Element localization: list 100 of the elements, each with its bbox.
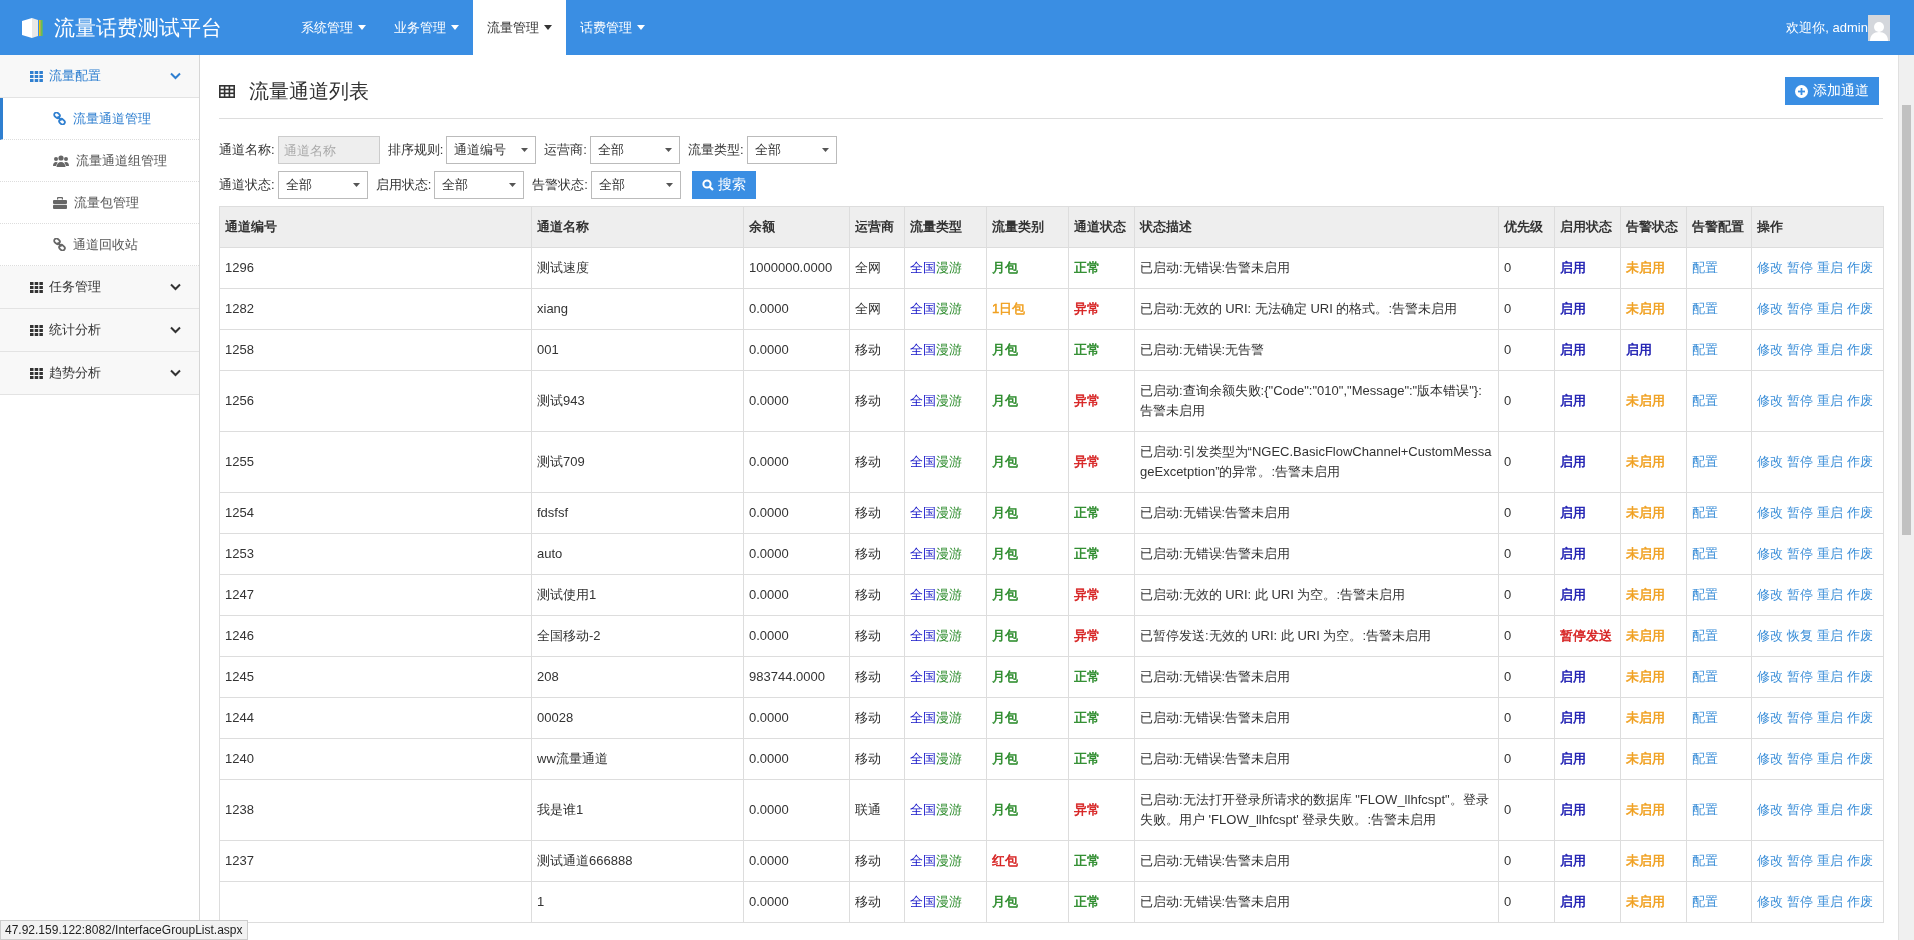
action-link[interactable]: 修改 bbox=[1757, 546, 1783, 561]
select-field[interactable]: 全部 bbox=[277, 171, 368, 199]
action-link[interactable]: 修改 bbox=[1757, 802, 1783, 817]
action-link[interactable]: 暂停 bbox=[1787, 393, 1813, 408]
action-link[interactable]: 重启 bbox=[1817, 393, 1843, 408]
action-link[interactable]: 重启 bbox=[1817, 505, 1843, 520]
action-link[interactable]: 暂停 bbox=[1787, 853, 1813, 868]
action-link[interactable]: 修改 bbox=[1757, 454, 1783, 469]
action-link[interactable]: 作废 bbox=[1847, 342, 1873, 357]
scrollbar-thumb[interactable] bbox=[1902, 105, 1911, 535]
action-link[interactable]: 作废 bbox=[1847, 710, 1873, 725]
config-link[interactable]: 配置 bbox=[1692, 669, 1718, 684]
action-link[interactable]: 暂停 bbox=[1787, 301, 1813, 316]
action-link[interactable]: 作废 bbox=[1847, 628, 1873, 643]
action-link[interactable]: 暂停 bbox=[1787, 669, 1813, 684]
action-link[interactable]: 作废 bbox=[1847, 587, 1873, 602]
config-link[interactable]: 配置 bbox=[1692, 454, 1718, 469]
action-link[interactable]: 修改 bbox=[1757, 751, 1783, 766]
nav-tab[interactable]: 流量管理 bbox=[473, 0, 566, 55]
nav-tab[interactable]: 系统管理 bbox=[287, 0, 380, 55]
action-link[interactable]: 重启 bbox=[1817, 669, 1843, 684]
action-link[interactable]: 作废 bbox=[1847, 802, 1873, 817]
select-field[interactable]: 全部 bbox=[746, 136, 837, 164]
config-link[interactable]: 配置 bbox=[1692, 505, 1718, 520]
sidebar-group[interactable]: 流量配置 bbox=[0, 55, 199, 98]
config-link[interactable]: 配置 bbox=[1692, 260, 1718, 275]
action-link[interactable]: 暂停 bbox=[1787, 342, 1813, 357]
config-link[interactable]: 配置 bbox=[1692, 546, 1718, 561]
select-field[interactable]: 全部 bbox=[590, 171, 681, 199]
action-link[interactable]: 重启 bbox=[1817, 710, 1843, 725]
table-cell: 已启动:无错误:告警未启用 bbox=[1134, 697, 1499, 739]
action-link[interactable]: 重启 bbox=[1817, 802, 1843, 817]
sidebar-group[interactable]: 趋势分析 bbox=[0, 352, 199, 395]
action-link[interactable]: 作废 bbox=[1847, 894, 1873, 909]
config-link[interactable]: 配置 bbox=[1692, 301, 1718, 316]
select-field[interactable]: 全部 bbox=[434, 171, 525, 199]
action-link[interactable]: 修改 bbox=[1757, 342, 1783, 357]
input-field[interactable]: 通道名称 bbox=[277, 136, 380, 164]
select-field[interactable]: 通道编号 bbox=[446, 136, 537, 164]
action-link[interactable]: 重启 bbox=[1817, 454, 1843, 469]
action-link[interactable]: 暂停 bbox=[1787, 894, 1813, 909]
action-link[interactable]: 修改 bbox=[1757, 260, 1783, 275]
sidebar-group[interactable]: 任务管理 bbox=[0, 266, 199, 309]
action-link[interactable]: 重启 bbox=[1817, 260, 1843, 275]
config-link[interactable]: 配置 bbox=[1692, 751, 1718, 766]
action-link[interactable]: 重启 bbox=[1817, 587, 1843, 602]
config-link[interactable]: 配置 bbox=[1692, 628, 1718, 643]
search-button[interactable]: 搜索 bbox=[691, 171, 756, 199]
action-link[interactable]: 作废 bbox=[1847, 260, 1873, 275]
action-link[interactable]: 作废 bbox=[1847, 454, 1873, 469]
add-channel-button[interactable]: 添加通道 bbox=[1785, 77, 1879, 105]
action-link[interactable]: 重启 bbox=[1817, 546, 1843, 561]
action-link[interactable]: 暂停 bbox=[1787, 587, 1813, 602]
config-link[interactable]: 配置 bbox=[1692, 894, 1718, 909]
config-link[interactable]: 配置 bbox=[1692, 393, 1718, 408]
action-link[interactable]: 重启 bbox=[1817, 853, 1843, 868]
config-link[interactable]: 配置 bbox=[1692, 853, 1718, 868]
sidebar-item[interactable]: 流量通道管理 bbox=[0, 98, 199, 140]
action-link[interactable]: 暂停 bbox=[1787, 546, 1813, 561]
action-link[interactable]: 作废 bbox=[1847, 751, 1873, 766]
action-link[interactable]: 重启 bbox=[1817, 751, 1843, 766]
config-link[interactable]: 配置 bbox=[1692, 802, 1718, 817]
action-link[interactable]: 暂停 bbox=[1787, 454, 1813, 469]
config-link[interactable]: 配置 bbox=[1692, 342, 1718, 357]
action-link[interactable]: 修改 bbox=[1757, 301, 1783, 316]
action-link[interactable]: 修改 bbox=[1757, 894, 1783, 909]
nav-tab[interactable]: 业务管理 bbox=[380, 0, 473, 55]
action-link[interactable]: 暂停 bbox=[1787, 751, 1813, 766]
action-link[interactable]: 修改 bbox=[1757, 710, 1783, 725]
action-link[interactable]: 重启 bbox=[1817, 301, 1843, 316]
action-link[interactable]: 作废 bbox=[1847, 505, 1873, 520]
nav-tab[interactable]: 话费管理 bbox=[566, 0, 659, 55]
action-link[interactable]: 暂停 bbox=[1787, 260, 1813, 275]
action-link[interactable]: 作废 bbox=[1847, 301, 1873, 316]
action-link[interactable]: 作废 bbox=[1847, 546, 1873, 561]
table-cell: fdsfsf bbox=[531, 492, 744, 534]
table-cell: 测试943 bbox=[531, 370, 744, 432]
action-link[interactable]: 恢复 bbox=[1787, 628, 1813, 643]
action-link[interactable]: 作废 bbox=[1847, 853, 1873, 868]
action-link[interactable]: 作废 bbox=[1847, 393, 1873, 408]
action-link[interactable]: 重启 bbox=[1817, 342, 1843, 357]
action-link[interactable]: 暂停 bbox=[1787, 802, 1813, 817]
config-link[interactable]: 配置 bbox=[1692, 710, 1718, 725]
column-header: 状态描述 bbox=[1134, 206, 1499, 248]
action-link[interactable]: 修改 bbox=[1757, 587, 1783, 602]
action-link[interactable]: 修改 bbox=[1757, 393, 1783, 408]
action-link[interactable]: 重启 bbox=[1817, 628, 1843, 643]
action-link[interactable]: 暂停 bbox=[1787, 710, 1813, 725]
action-link[interactable]: 重启 bbox=[1817, 894, 1843, 909]
select-field[interactable]: 全部 bbox=[589, 136, 680, 164]
action-link[interactable]: 修改 bbox=[1757, 853, 1783, 868]
action-link[interactable]: 作废 bbox=[1847, 669, 1873, 684]
action-link[interactable]: 修改 bbox=[1757, 505, 1783, 520]
action-link[interactable]: 暂停 bbox=[1787, 505, 1813, 520]
column-header: 运营商 bbox=[849, 206, 905, 248]
config-link[interactable]: 配置 bbox=[1692, 587, 1718, 602]
sidebar-group[interactable]: 统计分析 bbox=[0, 309, 199, 352]
action-link[interactable]: 修改 bbox=[1757, 669, 1783, 684]
action-link[interactable]: 修改 bbox=[1757, 628, 1783, 643]
avatar[interactable] bbox=[1868, 14, 1890, 41]
